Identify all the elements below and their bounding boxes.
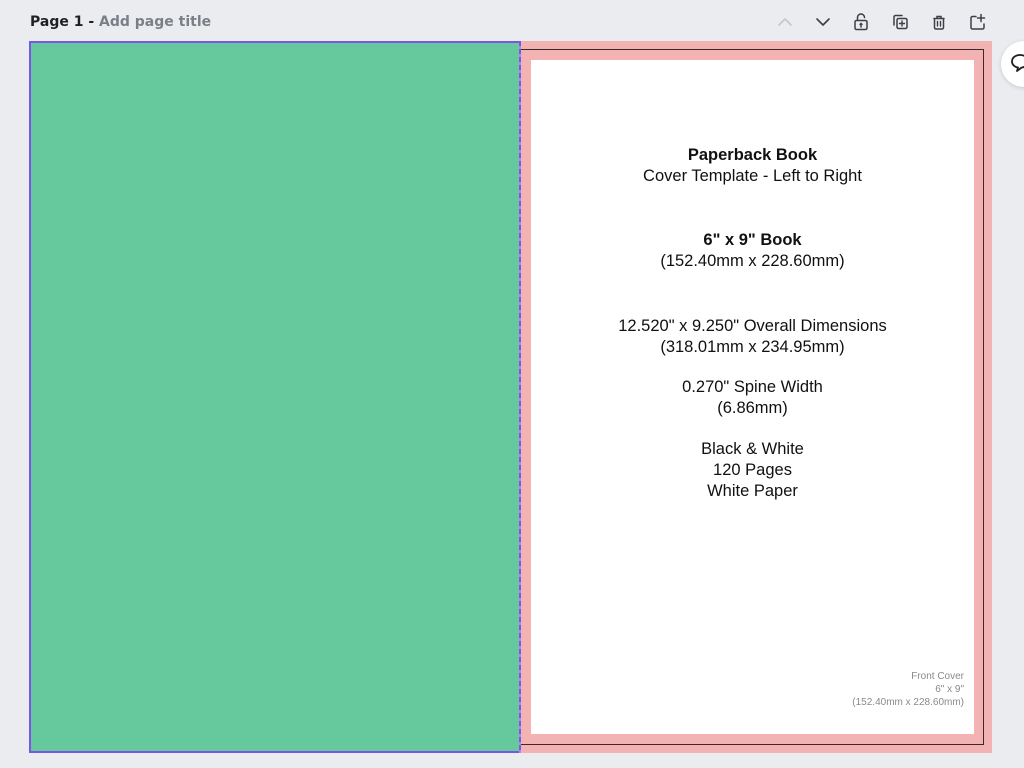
book-size-block: 6" x 9" Book (152.40mm x 228.60mm) (531, 230, 974, 272)
page-count: 120 Pages (713, 461, 792, 479)
add-comment-button[interactable] (1001, 41, 1024, 87)
page-header: Page 1 - Add page title (30, 12, 211, 32)
print-specs-block: Black & White 120 Pages White Paper (531, 439, 974, 502)
page-title-input[interactable]: Add page title (99, 14, 211, 30)
chevron-up-icon (778, 18, 792, 26)
move-page-down-button[interactable] (808, 9, 838, 35)
book-size: 6" x 9" Book (703, 231, 802, 249)
overall-dimensions-block: 12.520" x 9.250" Overall Dimensions (318… (531, 316, 974, 358)
delete-page-button[interactable] (924, 9, 954, 35)
page-number: Page 1 (30, 14, 84, 30)
front-cover-bleed-area[interactable]: Paperback Book Cover Template - Left to … (521, 41, 992, 753)
ink-type: Black & White (701, 440, 804, 458)
overall-dimensions: 12.520" x 9.250" Overall Dimensions (618, 317, 887, 335)
front-cover-label: Front Cover 6" x 9" (152.40mm x 228.60mm… (852, 670, 964, 709)
template-heading-block: Paperback Book Cover Template - Left to … (531, 145, 974, 187)
front-cover-label-size: 6" x 9" (935, 684, 964, 695)
overall-dimensions-mm: (318.01mm x 234.95mm) (660, 338, 845, 356)
lock-page-button[interactable] (846, 9, 876, 35)
book-size-mm: (152.40mm x 228.60mm) (660, 252, 845, 270)
trash-icon (933, 15, 945, 30)
duplicate-icon (893, 14, 908, 30)
chevron-down-icon (816, 18, 830, 26)
duplicate-page-button[interactable] (885, 9, 915, 35)
spine-width-block: 0.270" Spine Width (6.86mm) (531, 377, 974, 419)
lock-icon (854, 13, 868, 31)
paper-type: White Paper (707, 482, 798, 500)
move-page-up-button[interactable] (770, 9, 800, 35)
spine-width: 0.270" Spine Width (682, 378, 823, 396)
template-title: Paperback Book (687, 146, 818, 164)
add-page-icon (970, 13, 986, 30)
add-page-button[interactable] (962, 9, 992, 35)
spine-width-mm: (6.86mm) (717, 399, 788, 417)
comment-icon (1011, 54, 1024, 72)
front-cover-label-size-mm: (152.40mm x 228.60mm) (852, 697, 964, 708)
front-cover-page[interactable]: Paperback Book Cover Template - Left to … (531, 60, 974, 734)
back-cover-shape-selected[interactable] (29, 41, 522, 753)
template-subtitle: Cover Template - Left to Right (643, 167, 862, 185)
front-cover-label-title: Front Cover (911, 671, 964, 682)
page-title-separator: - (83, 14, 100, 30)
design-canvas[interactable]: Paperback Book Cover Template - Left to … (29, 41, 992, 753)
